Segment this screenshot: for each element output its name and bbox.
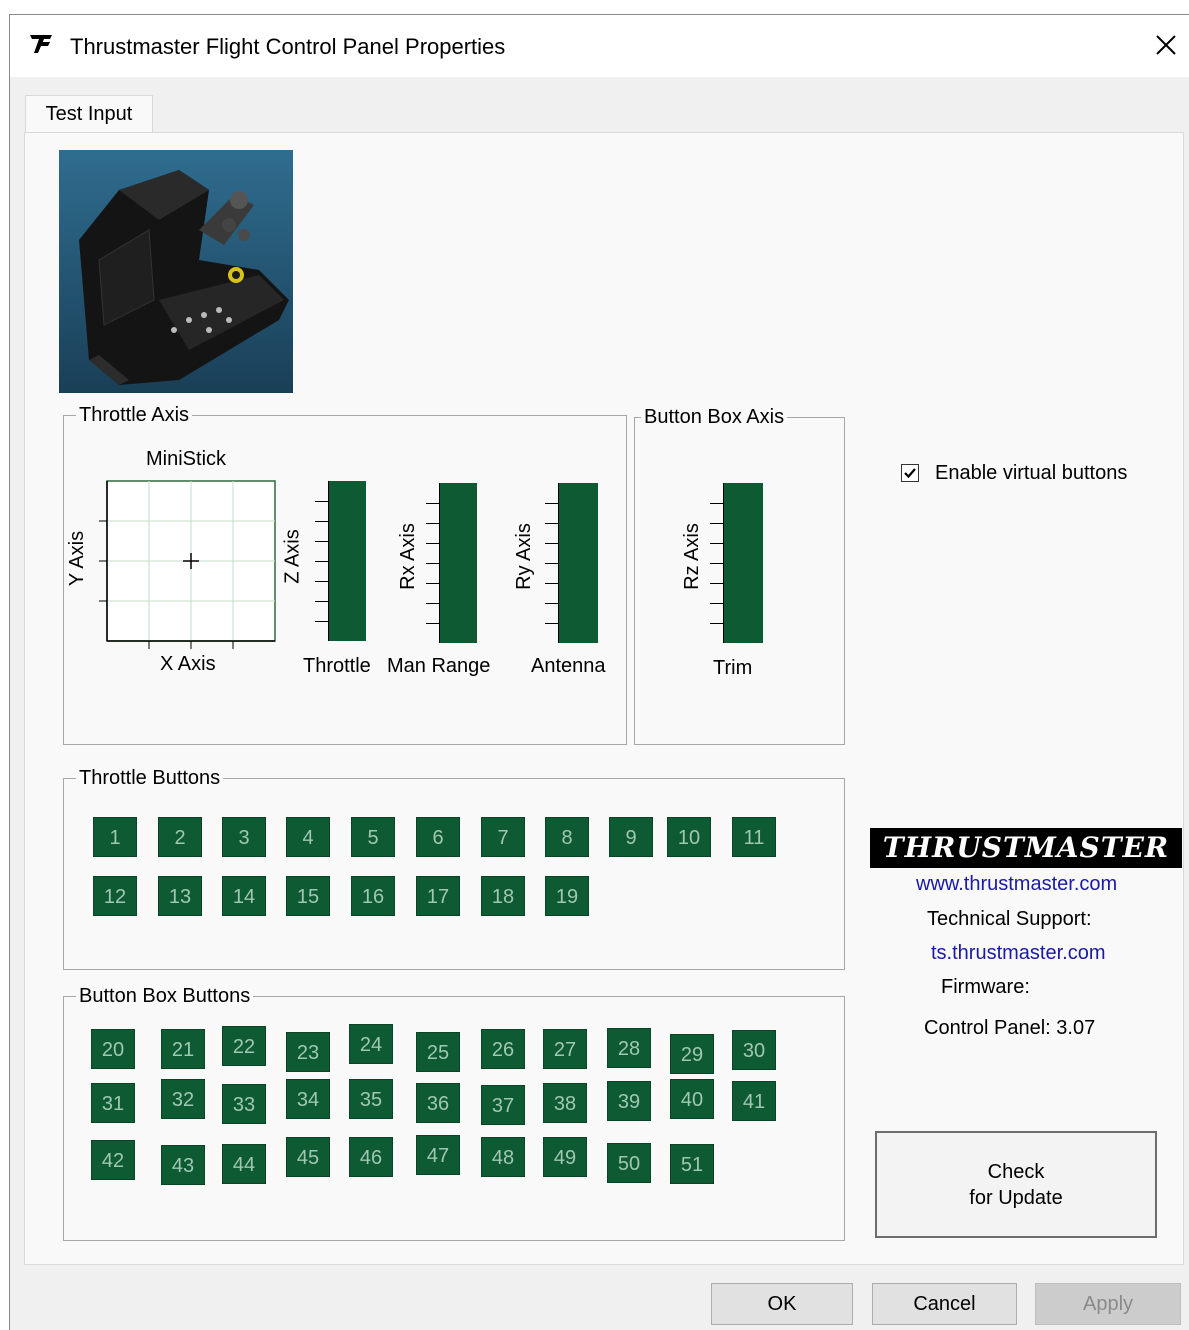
throttle-button-10: 10 (667, 817, 711, 857)
check-update-line2: for Update (969, 1187, 1063, 1209)
rx-axis-bar (439, 483, 477, 643)
rx-axis-ticks (426, 483, 440, 643)
box-button-42: 42 (91, 1140, 135, 1180)
box-button-26: 26 (481, 1029, 525, 1069)
throttle-button-8: 8 (545, 817, 589, 857)
y-axis-label: Y Axis (66, 530, 89, 587)
enable-virtual-buttons-checkbox[interactable] (901, 464, 919, 482)
control-panel-version: Control Panel: 3.07 (924, 1017, 1096, 1039)
throttle-buttons-legend: Throttle Buttons (79, 767, 221, 789)
tab-test-input[interactable]: Test Input (25, 95, 153, 134)
website-link[interactable]: www.thrustmaster.com (916, 873, 1117, 896)
box-button-27: 27 (543, 1029, 587, 1069)
firmware-label: Firmware: (941, 976, 1030, 998)
antenna-caption: Antenna (531, 655, 606, 677)
throttle-button-1: 1 (93, 817, 137, 857)
product-photo (59, 150, 293, 393)
properties-window: Thrustmaster Flight Control Panel Proper… (9, 14, 1189, 1330)
box-button-47: 47 (416, 1135, 460, 1175)
box-button-43: 43 (161, 1145, 205, 1185)
box-button-24: 24 (349, 1024, 393, 1064)
thrustmaster-logo: THRUSTMASTER (870, 828, 1182, 868)
throttle-button-14: 14 (222, 876, 266, 916)
ministick-label: MiniStick (146, 448, 227, 470)
box-button-29: 29 (670, 1034, 714, 1074)
ry-axis-label: Ry Axis (512, 523, 535, 590)
throttle-button-13: 13 (158, 876, 202, 916)
enable-virtual-buttons-label[interactable]: Enable virtual buttons (935, 462, 1127, 485)
apply-button: Apply (1035, 1283, 1181, 1325)
box-button-33: 33 (222, 1084, 266, 1124)
throttle-axis-legend: Throttle Axis (79, 404, 190, 426)
technical-support-label: Technical Support: (927, 908, 1092, 930)
rx-axis-label: Rx Axis (396, 523, 419, 590)
box-button-41: 41 (732, 1081, 776, 1121)
box-button-38: 38 (543, 1083, 587, 1123)
throttle-button-11: 11 (732, 817, 776, 857)
box-button-35: 35 (349, 1079, 393, 1119)
box-button-51: 51 (670, 1144, 714, 1184)
window-title: Thrustmaster Flight Control Panel Proper… (70, 34, 506, 59)
check-update-line1: Check (987, 1161, 1045, 1183)
box-button-37: 37 (481, 1085, 525, 1125)
throttle-buttons-group: Throttle Buttons (63, 768, 845, 970)
box-button-20: 20 (91, 1029, 135, 1069)
throttle-button-19: 19 (545, 876, 589, 916)
trim-caption: Trim (713, 657, 753, 679)
test-input-panel: Throttle Axis MiniStick Y Axis X Axis Z … (24, 132, 1184, 1265)
throttle-button-9: 9 (609, 817, 653, 857)
button-box-axis-legend: Button Box Axis (644, 406, 785, 428)
ry-axis-ticks (545, 483, 559, 643)
box-button-25: 25 (416, 1032, 460, 1072)
throttle-button-15: 15 (286, 876, 330, 916)
box-button-34: 34 (286, 1079, 330, 1119)
rz-axis-ticks (710, 483, 724, 643)
box-button-45: 45 (286, 1137, 330, 1177)
ry-axis-bar (558, 483, 598, 643)
rz-axis-label: Rz Axis (680, 523, 703, 590)
throttle-button-6: 6 (416, 817, 460, 857)
box-button-31: 31 (91, 1083, 135, 1123)
throttle-button-2: 2 (158, 817, 202, 857)
box-button-36: 36 (416, 1083, 460, 1123)
box-button-21: 21 (161, 1029, 205, 1069)
throttle-button-17: 17 (416, 876, 460, 916)
z-axis-bar (328, 481, 366, 641)
rz-axis-bar (723, 483, 763, 643)
throttle-button-4: 4 (286, 817, 330, 857)
box-button-39: 39 (607, 1081, 651, 1121)
box-button-40: 40 (670, 1079, 714, 1119)
ministick-grid (99, 480, 276, 649)
x-axis-label: X Axis (160, 653, 216, 675)
checkmark-icon (904, 468, 916, 479)
throttle-caption: Throttle (303, 655, 371, 677)
throttle-button-12: 12 (93, 876, 137, 916)
z-axis-ticks (315, 481, 329, 641)
close-icon[interactable] (1150, 29, 1182, 61)
button-box-buttons-legend: Button Box Buttons (79, 985, 251, 1007)
throttle-button-3: 3 (222, 817, 266, 857)
support-link[interactable]: ts.thrustmaster.com (931, 942, 1106, 965)
ok-button[interactable]: OK (711, 1283, 853, 1325)
thrustmaster-app-icon (30, 35, 52, 53)
throttle-button-18: 18 (481, 876, 525, 916)
cancel-button[interactable]: Cancel (872, 1283, 1017, 1325)
throttle-button-5: 5 (351, 817, 395, 857)
box-button-28: 28 (607, 1028, 651, 1068)
box-button-48: 48 (481, 1137, 525, 1177)
box-button-50: 50 (607, 1143, 651, 1183)
title-bar: Thrustmaster Flight Control Panel Proper… (10, 15, 1189, 77)
box-button-32: 32 (161, 1079, 205, 1119)
z-axis-label: Z Axis (281, 529, 304, 584)
throttle-button-16: 16 (351, 876, 395, 916)
box-button-49: 49 (543, 1137, 587, 1177)
box-button-23: 23 (286, 1032, 330, 1072)
throttle-button-7: 7 (481, 817, 525, 857)
man-range-caption: Man Range (387, 655, 491, 677)
check-for-update-button[interactable]: Check for Update (875, 1131, 1157, 1238)
box-button-44: 44 (222, 1144, 266, 1184)
box-button-30: 30 (732, 1030, 776, 1070)
box-button-22: 22 (222, 1026, 266, 1066)
box-button-46: 46 (349, 1137, 393, 1177)
